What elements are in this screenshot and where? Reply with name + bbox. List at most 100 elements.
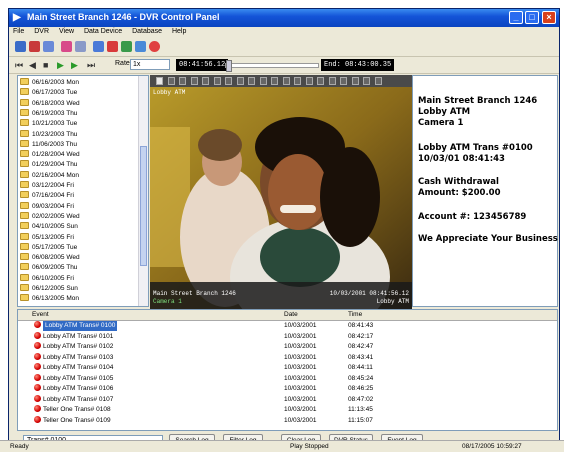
file-list-label: 10/21/2003 Tue xyxy=(32,120,78,128)
file-list-item[interactable]: 07/16/2004 Fri xyxy=(20,191,74,201)
table-row[interactable]: Lobby ATM Trans# 0106 10/03/2001 08:46:25 xyxy=(18,384,557,394)
file-list-item[interactable]: 06/08/2005 Wed xyxy=(20,253,80,263)
stop-icon[interactable] xyxy=(149,41,160,52)
camera-select-button[interactable] xyxy=(167,77,175,85)
event-date: 10/03/2001 xyxy=(284,385,317,392)
column-time[interactable]: Time xyxy=(348,310,362,320)
file-list-item[interactable]: 11/06/2003 Thu xyxy=(20,139,77,150)
camera-select-button[interactable] xyxy=(179,77,186,85)
file-list-item[interactable]: 05/17/2005 Tue xyxy=(20,242,77,253)
video-frame-image xyxy=(150,87,412,309)
skip-end-icon[interactable]: ⏭ xyxy=(87,60,95,70)
new-icon[interactable] xyxy=(15,41,26,52)
scroll-thumb[interactable] xyxy=(140,146,147,266)
camera-select-button[interactable] xyxy=(259,77,267,85)
event-date: 10/03/2001 xyxy=(284,406,317,413)
cut-icon[interactable] xyxy=(61,41,72,52)
camera-select-button[interactable] xyxy=(190,77,198,85)
file-list-item[interactable]: 10/23/2003 Thu xyxy=(20,129,77,140)
file-list-scrollbar[interactable] xyxy=(138,76,148,306)
event-date: 10/03/2001 xyxy=(284,353,317,361)
table-row[interactable]: Lobby ATM Trans# 0107 10/03/2001 08:47:02 xyxy=(18,394,557,405)
file-list-item[interactable]: 06/17/2003 Tue xyxy=(20,88,77,98)
close-button[interactable]: × xyxy=(542,11,556,24)
menu-help[interactable]: Help xyxy=(168,27,190,36)
table-row[interactable]: Lobby ATM Trans# 0101 10/03/2001 08:42:17 xyxy=(18,331,557,342)
file-list-item[interactable]: 02/02/2005 Wed xyxy=(20,211,80,222)
binoculars-icon[interactable] xyxy=(93,41,104,52)
folder-icon xyxy=(20,150,29,158)
table-row[interactable]: Lobby ATM Trans# 0104 10/03/2001 08:44:11 xyxy=(18,363,557,373)
file-list-label: 11/06/2003 Thu xyxy=(32,140,77,148)
camera-select-button[interactable] xyxy=(317,77,324,85)
camera-select-button[interactable] xyxy=(340,77,347,85)
camera-select-button[interactable] xyxy=(294,77,301,85)
camera-select-button[interactable] xyxy=(374,77,382,85)
file-list-item[interactable]: 06/13/2005 Mon xyxy=(20,294,79,304)
folder-icon xyxy=(20,263,29,271)
record-icon[interactable] xyxy=(107,41,118,52)
table-row[interactable]: Lobby ATM Trans# 0100 10/03/2001 08:41:43 xyxy=(18,321,557,331)
camera-select-button[interactable] xyxy=(236,77,244,85)
file-list-item[interactable]: 06/16/2003 Mon xyxy=(20,78,79,88)
table-row[interactable]: Teller One Trans# 0108 10/03/2001 11:13:45 xyxy=(18,405,557,415)
file-list-item[interactable]: 03/12/2004 Fri xyxy=(20,181,74,191)
camera-select-button[interactable] xyxy=(202,77,209,85)
menu-view[interactable]: View xyxy=(55,27,78,36)
file-list-item[interactable]: 06/19/2003 Thu xyxy=(20,108,77,119)
play-icon[interactable]: ▶ xyxy=(57,60,64,70)
column-date[interactable]: Date xyxy=(284,310,298,320)
fast-forward-icon[interactable]: ▶ xyxy=(71,60,78,70)
slider-thumb[interactable] xyxy=(226,60,232,72)
camera-select-button[interactable] xyxy=(248,77,255,85)
copy-icon[interactable] xyxy=(75,41,86,52)
playback-slider[interactable] xyxy=(225,60,319,72)
export-icon[interactable] xyxy=(135,41,146,52)
menu-database[interactable]: Database xyxy=(128,27,166,36)
table-row[interactable]: Lobby ATM Trans# 0102 10/03/2001 08:42:47 xyxy=(18,342,557,352)
menu-file[interactable]: File xyxy=(9,27,28,36)
event-time: 08:43:41 xyxy=(348,353,374,361)
event-time: 08:46:25 xyxy=(348,385,374,392)
file-list-item[interactable]: 10/21/2003 Tue xyxy=(20,119,77,129)
file-list-item[interactable]: 06/18/2003 Wed xyxy=(20,98,80,109)
camera-select-button[interactable] xyxy=(351,77,359,85)
table-row[interactable]: Teller One Trans# 0109 10/03/2001 11:15:07 xyxy=(18,415,557,426)
file-list-item[interactable]: 06/10/2005 Fri xyxy=(20,273,74,284)
camera-select-button[interactable] xyxy=(305,77,313,85)
file-list-item[interactable]: 09/03/2004 Fri xyxy=(20,201,74,212)
camera-icon[interactable] xyxy=(121,41,132,52)
skip-start-icon[interactable]: ⏮ xyxy=(15,60,23,70)
camera-select-button[interactable] xyxy=(213,77,221,85)
minimize-button[interactable]: _ xyxy=(509,11,523,24)
column-event[interactable]: Event xyxy=(32,310,49,320)
file-list-item[interactable]: 06/12/2005 Sun xyxy=(20,284,78,294)
save-icon[interactable] xyxy=(43,41,54,52)
camera-select-button[interactable] xyxy=(156,77,163,85)
file-list-item[interactable]: 01/29/2004 Thu xyxy=(20,160,77,170)
file-list-item[interactable]: 05/13/2005 Fri xyxy=(20,232,74,243)
table-row[interactable]: Lobby ATM Trans# 0103 10/03/2001 08:43:41 xyxy=(18,352,557,363)
menu-dvr[interactable]: DVR xyxy=(30,27,53,36)
file-list-item[interactable]: 02/16/2004 Mon xyxy=(20,170,79,181)
camera-select-button[interactable] xyxy=(271,77,278,85)
menu-data-device[interactable]: Data Device xyxy=(80,27,126,36)
folder-icon xyxy=(20,253,29,261)
camera-select-button[interactable] xyxy=(282,77,290,85)
status-bar: Ready Play Stopped 08/17/2005 10:59:27 xyxy=(0,440,564,452)
maximize-button[interactable]: □ xyxy=(525,11,539,24)
folder-icon xyxy=(20,201,29,209)
file-list-item[interactable]: 04/10/2005 Sun xyxy=(20,222,78,232)
rate-select[interactable]: 1x xyxy=(130,59,170,70)
rewind-icon[interactable]: ◀ xyxy=(29,60,36,70)
open-icon[interactable] xyxy=(29,41,40,52)
file-list-item[interactable]: 06/09/2005 Thu xyxy=(20,263,77,273)
stop-playback-icon[interactable]: ■ xyxy=(43,60,48,70)
table-row[interactable]: Lobby ATM Trans# 0105 10/03/2001 08:45:24 xyxy=(18,373,557,384)
camera-select-button[interactable] xyxy=(225,77,232,85)
camera-select-button[interactable] xyxy=(328,77,336,85)
file-list-item[interactable]: 01/28/2004 Wed xyxy=(20,150,80,160)
file-list-label: 05/13/2005 Fri xyxy=(32,233,74,241)
camera-select-button[interactable] xyxy=(363,77,370,85)
title-bar: ▶ Main Street Branch 1246 - DVR Control … xyxy=(9,9,559,27)
